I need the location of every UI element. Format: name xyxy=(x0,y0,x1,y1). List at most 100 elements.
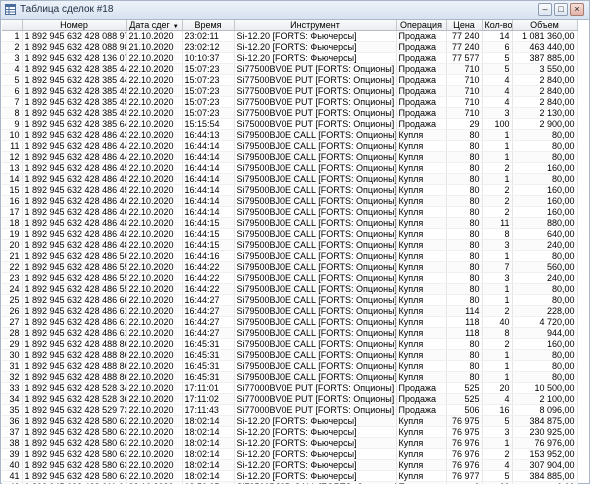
table-row[interactable]: 39 1 892 945 632 428 580 632 22.10.2020 18:… xyxy=(2,448,578,460)
price-cell: 80 xyxy=(446,250,483,262)
table-row[interactable]: 11 1 892 945 632 428 486 440 22.10.2020 16:… xyxy=(2,140,578,152)
table-row[interactable]: 31 892 945 632 428 136 079 22.10.2020 10:1… xyxy=(2,52,578,64)
table-row[interactable]: 35 1 892 945 632 428 529 733 22.10.2020 17:… xyxy=(2,404,578,416)
instrument-cell: Si79500BJ0E CALL [FORTS: Опционы] xyxy=(234,195,397,207)
operation-cell: Купля xyxy=(396,360,447,372)
deal-number-cell: 1 892 945 632 428 385 451 xyxy=(22,85,127,97)
table-row[interactable]: 19 1 892 945 632 428 486 485 22.10.2020 16:… xyxy=(2,228,578,240)
table-row[interactable]: 51 892 945 632 428 385 449 22.10.2020 15:0… xyxy=(2,74,578,86)
deal-time-cell: 18:02:14 xyxy=(182,459,235,471)
row-index-cell: 29 xyxy=(2,338,23,350)
maximize-button[interactable]: □ xyxy=(554,3,568,16)
instrument-cell: Si-12.20 [FORTS: Фьючерсы] xyxy=(234,448,397,460)
deal-time-cell: 15:07:23 xyxy=(182,85,235,97)
col-header-number[interactable]: Номер xyxy=(22,20,127,31)
quantity-cell: 11 xyxy=(482,217,513,229)
deal-date-cell: 22.10.2020 xyxy=(126,96,183,108)
table-row[interactable]: 71 892 945 632 428 385 453 22.10.2020 15:0… xyxy=(2,96,578,108)
quantity-cell: 20 xyxy=(482,382,513,394)
table-row[interactable]: 18 1 892 945 632 428 486 484 22.10.2020 16:… xyxy=(2,217,578,229)
price-cell: 80 xyxy=(446,360,483,372)
deal-number-cell: 1 892 945 632 428 488 863 xyxy=(22,338,127,350)
table-row[interactable]: 10 1 892 945 632 428 486 439 22.10.2020 16:… xyxy=(2,129,578,141)
deal-number-cell: 1 892 945 632 428 486 611 xyxy=(22,316,127,328)
deal-number-cell: 1 892 945 632 428 385 453 xyxy=(22,96,127,108)
table-row[interactable]: 33 1 892 945 632 428 528 340 22.10.2020 17:… xyxy=(2,382,578,394)
col-header-price[interactable]: Цена xyxy=(446,20,483,31)
table-row[interactable]: 13 1 892 945 632 428 486 452 22.10.2020 16:… xyxy=(2,162,578,174)
col-header-instrument[interactable]: Инструмент xyxy=(234,20,397,31)
col-header-date[interactable]: Дата сдег ▼ xyxy=(126,20,183,31)
quantity-cell: 2 xyxy=(482,338,513,350)
deal-time-cell: 17:11:01 xyxy=(182,382,235,394)
table-row[interactable]: 32 1 892 945 632 428 488 866 22.10.2020 16:… xyxy=(2,371,578,383)
operation-cell: Купля xyxy=(396,173,447,185)
col-header-volume[interactable]: Объем xyxy=(512,20,578,31)
table-row[interactable]: 27 1 892 945 632 428 486 611 22.10.2020 16:… xyxy=(2,316,578,328)
quantity-cell: 2 xyxy=(482,448,513,460)
table-row[interactable]: 20 1 892 945 632 428 486 486 22.10.2020 16:… xyxy=(2,239,578,251)
deal-number-cell: 1 892 945 632 428 488 866 xyxy=(22,371,127,383)
table-row[interactable]: 38 1 892 945 632 428 580 631 22.10.2020 18:… xyxy=(2,437,578,449)
title-bar[interactable]: Таблица сделок #18 – □ × xyxy=(1,1,589,20)
row-index-cell: 16 xyxy=(2,195,23,207)
table-row[interactable]: 24 1 892 945 632 428 486 555 22.10.2020 16:… xyxy=(2,283,578,295)
deal-date-cell: 22.10.2020 xyxy=(126,470,183,482)
quantity-cell: 4 xyxy=(482,74,513,86)
price-cell: 710 xyxy=(446,96,483,108)
table-row[interactable]: 91 892 945 632 428 385 647 22.10.2020 15:1… xyxy=(2,118,578,130)
operation-cell: Купля xyxy=(396,217,447,229)
deal-number-cell: 1 892 945 632 428 488 865 xyxy=(22,360,127,372)
table-row[interactable]: 22 1 892 945 632 428 486 553 22.10.2020 16:… xyxy=(2,261,578,273)
table-row[interactable]: 41 1 892 945 632 428 580 634 22.10.2020 18:… xyxy=(2,470,578,482)
quantity-cell: 2 xyxy=(482,162,513,174)
table-row[interactable]: 15 1 892 945 632 428 486 454 22.10.2020 16:… xyxy=(2,184,578,196)
table-row[interactable]: 26 1 892 945 632 428 486 610 22.10.2020 16:… xyxy=(2,305,578,317)
table-row[interactable]: 25 1 892 945 632 428 486 609 22.10.2020 16:… xyxy=(2,294,578,306)
table-row[interactable]: 30 1 892 945 632 428 488 864 22.10.2020 16:… xyxy=(2,349,578,361)
table-row[interactable]: 11 892 945 632 428 088 976 21.10.2020 23:0… xyxy=(2,30,578,42)
table-row[interactable]: 37 1 892 945 632 428 580 630 22.10.2020 18:… xyxy=(2,426,578,438)
row-index-cell: 35 xyxy=(2,404,23,416)
deal-number-cell: 1 892 945 632 428 088 980 xyxy=(22,41,127,53)
instrument-cell: Si77500BV0E PUT [FORTS: Опционы] xyxy=(234,107,397,119)
price-cell: 80 xyxy=(446,239,483,251)
price-cell: 76 976 xyxy=(446,437,483,449)
table-row[interactable]: 36 1 892 945 632 428 580 629 22.10.2020 18:… xyxy=(2,415,578,427)
table-row[interactable]: 23 1 892 945 632 428 486 554 22.10.2020 16:… xyxy=(2,272,578,284)
table-row[interactable]: 61 892 945 632 428 385 451 22.10.2020 15:0… xyxy=(2,85,578,97)
row-index-cell: 28 xyxy=(2,327,23,339)
quantity-cell: 2 xyxy=(482,195,513,207)
table-row[interactable]: 41 892 945 632 428 385 448 22.10.2020 15:0… xyxy=(2,63,578,75)
table-row[interactable]: 17 1 892 945 632 428 486 469 22.10.2020 16:… xyxy=(2,206,578,218)
table-row[interactable]: 12 1 892 945 632 428 486 441 22.10.2020 16:… xyxy=(2,151,578,163)
price-cell: 77 240 xyxy=(446,30,483,42)
deal-number-cell: 1 892 945 632 428 486 609 xyxy=(22,294,127,306)
price-cell: 80 xyxy=(446,371,483,383)
deal-time-cell: 16:45:31 xyxy=(182,371,235,383)
deal-date-cell: 22.10.2020 xyxy=(126,371,183,383)
table-row[interactable]: 31 1 892 945 632 428 488 865 22.10.2020 16:… xyxy=(2,360,578,372)
table-row[interactable]: 16 1 892 945 632 428 486 461 22.10.2020 16:… xyxy=(2,195,578,207)
operation-cell: Купля xyxy=(396,327,447,339)
table-row[interactable]: 40 1 892 945 632 428 580 633 22.10.2020 18:… xyxy=(2,459,578,471)
col-header-qty[interactable]: Кол-во xyxy=(482,20,513,31)
deals-grid[interactable]: Номер Дата сдег ▼ Время Инструмент Операц… xyxy=(2,20,590,484)
table-row[interactable]: 21 1 892 945 632 428 486 509 22.10.2020 16:… xyxy=(2,250,578,262)
deal-date-cell: 22.10.2020 xyxy=(126,272,183,284)
col-header-operation[interactable]: Операция xyxy=(396,20,447,31)
col-header-idx[interactable] xyxy=(2,20,23,31)
table-row[interactable]: 29 1 892 945 632 428 488 863 22.10.2020 16:… xyxy=(2,338,578,350)
table-row[interactable]: 81 892 945 632 428 385 455 22.10.2020 15:0… xyxy=(2,107,578,119)
volume-cell: 880,00 xyxy=(512,217,578,229)
price-cell: 76 976 xyxy=(446,448,483,460)
col-header-time[interactable]: Время xyxy=(182,20,235,31)
close-button[interactable]: × xyxy=(570,3,584,16)
table-row[interactable]: 34 1 892 945 632 428 528 362 22.10.2020 17:… xyxy=(2,393,578,405)
table-row[interactable]: 14 1 892 945 632 428 486 453 22.10.2020 16:… xyxy=(2,173,578,185)
minimize-button[interactable]: – xyxy=(538,3,552,16)
table-row[interactable]: 28 1 892 945 632 428 486 612 22.10.2020 16:… xyxy=(2,327,578,339)
instrument-cell: Si79500BJ0E CALL [FORTS: Опционы] xyxy=(234,294,397,306)
table-row[interactable]: 21 892 945 632 428 088 980 21.10.2020 23:0… xyxy=(2,41,578,53)
volume-cell: 307 904,00 xyxy=(512,459,578,471)
